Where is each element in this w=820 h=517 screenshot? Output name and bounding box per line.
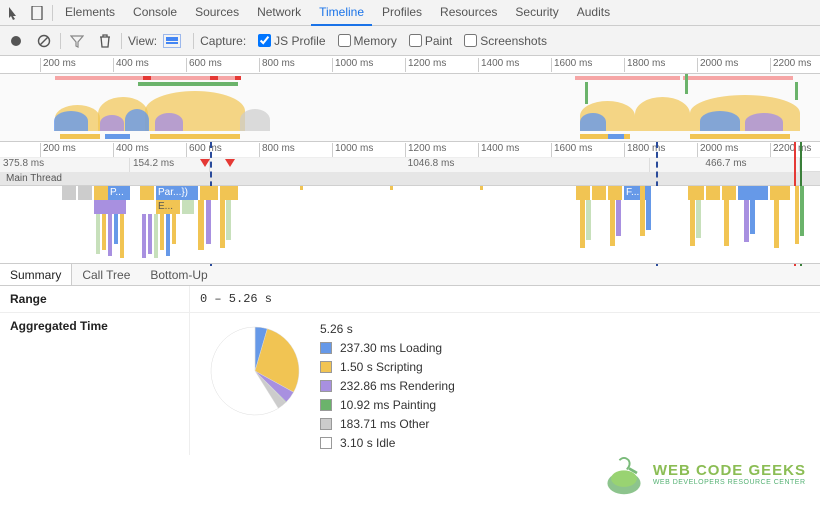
main-thread-label: Main Thread	[0, 172, 820, 186]
range-label: Range	[0, 286, 190, 312]
inspect-icon[interactable]	[4, 2, 26, 24]
capture-jsprofile[interactable]: JS Profile	[258, 34, 325, 48]
flame-block[interactable]: Par...})	[156, 186, 198, 200]
aggregate-legend: 5.26 s 237.30 ms Loading1.50 s Scripting…	[320, 317, 455, 455]
timeline-toolbar: View: Capture: JS Profile Memory Paint S…	[0, 26, 820, 56]
filter-icon[interactable]	[65, 29, 89, 53]
record-icon[interactable]	[4, 29, 28, 53]
tab-audits[interactable]: Audits	[569, 0, 618, 26]
range-value: 0 – 5.26 s	[190, 286, 282, 312]
clear-icon[interactable]	[32, 29, 56, 53]
frame-time: 375.8 ms	[3, 158, 44, 169]
frame-time: 466.7 ms	[705, 158, 746, 169]
watermark-logo: WEB CODE GEEKS WEB DEVELOPERS RESOURCE C…	[601, 451, 806, 497]
watermark-subtitle: WEB DEVELOPERS RESOURCE CENTER	[653, 479, 806, 486]
frame-time: 1046.8 ms	[213, 158, 649, 169]
tab-network[interactable]: Network	[249, 0, 309, 26]
capture-paint[interactable]: Paint	[409, 34, 452, 48]
overview-ruler[interactable]: 200 ms400 ms600 ms800 ms1000 ms1200 ms14…	[0, 56, 820, 74]
tab-elements[interactable]: Elements	[57, 0, 123, 26]
capture-screenshots[interactable]: Screenshots	[464, 34, 547, 48]
tab-console[interactable]: Console	[125, 0, 185, 26]
frame-time: 154.2 ms	[133, 158, 174, 169]
flame-chart[interactable]: P... Par...}) E... F...	[0, 186, 820, 264]
overview-panel[interactable]	[0, 74, 820, 142]
devtools-tabs: Elements Console Sources Network Timelin…	[57, 0, 618, 26]
tab-resources[interactable]: Resources	[432, 0, 505, 26]
device-mode-icon[interactable]	[26, 2, 48, 24]
summary-panel: Range 0 – 5.26 s Aggregated Time 5.26 s …	[0, 286, 820, 455]
details-tabs: Summary Call Tree Bottom-Up	[0, 264, 820, 286]
frame-marker-icon	[200, 159, 210, 167]
frames-row[interactable]: 375.8 ms 154.2 ms 1046.8 ms 466.7 ms	[0, 158, 820, 172]
frame-marker-icon	[225, 159, 235, 167]
detail-ruler[interactable]: 200 ms400 ms600 ms800 ms1000 ms1200 ms14…	[0, 142, 820, 158]
capture-label: Capture:	[200, 34, 246, 48]
tab-summary[interactable]: Summary	[0, 264, 72, 285]
tab-bottomup[interactable]: Bottom-Up	[140, 264, 217, 285]
flame-block[interactable]: E...	[156, 200, 180, 214]
tab-security[interactable]: Security	[507, 0, 566, 26]
aggregated-label: Aggregated Time	[0, 313, 190, 455]
watermark-title: WEB CODE GEEKS	[653, 462, 806, 479]
view-mode-button[interactable]	[163, 34, 181, 48]
trash-icon[interactable]	[93, 29, 117, 53]
tab-timeline[interactable]: Timeline	[311, 0, 372, 26]
devtools-top-bar: Elements Console Sources Network Timelin…	[0, 0, 820, 26]
view-label: View:	[128, 34, 157, 48]
capture-memory[interactable]: Memory	[338, 34, 397, 48]
tab-calltree[interactable]: Call Tree	[72, 264, 140, 285]
aggregate-total: 5.26 s	[320, 322, 353, 336]
aggregate-pie-chart	[190, 317, 320, 455]
flame-block[interactable]: P...	[108, 186, 130, 200]
tab-sources[interactable]: Sources	[187, 0, 247, 26]
tab-profiles[interactable]: Profiles	[374, 0, 430, 26]
